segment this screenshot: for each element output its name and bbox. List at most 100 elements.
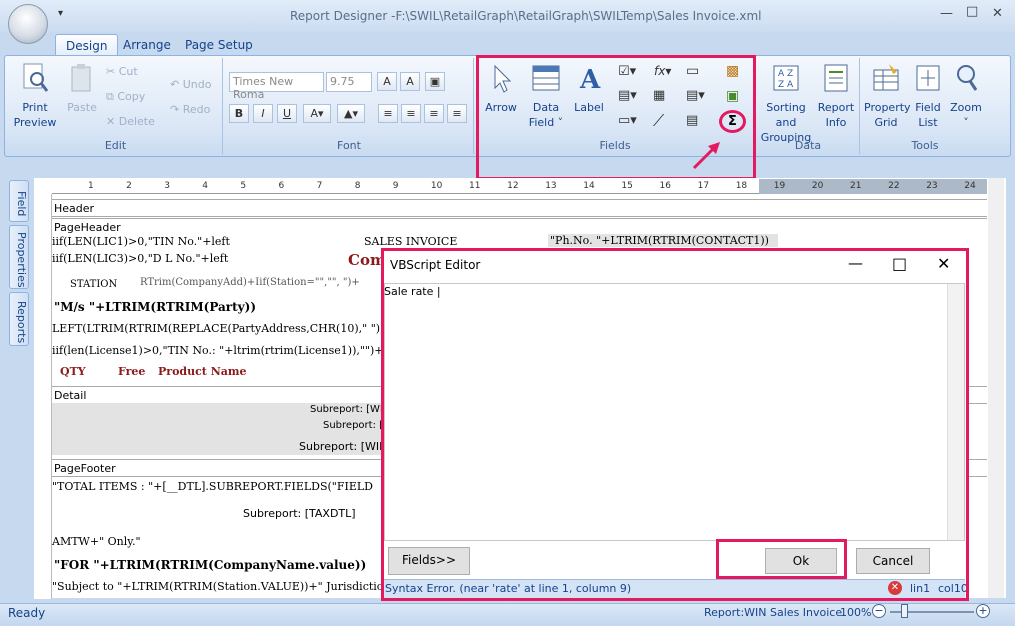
sorting-grouping-button[interactable]: A ZZ A Sorting and Grouping (758, 62, 814, 145)
dialog-maximize-icon[interactable]: □ (892, 254, 907, 273)
ruler-number: 13 (545, 181, 557, 191)
for-company-field[interactable]: "FOR "+LTRIM(RTRIM(CompanyName.value)) (54, 558, 366, 572)
delete-button[interactable]: ✕ Delete (106, 115, 155, 128)
font-color-button[interactable]: A▾ (303, 104, 331, 123)
align-right-button[interactable]: ≡ (424, 104, 444, 123)
align-left-button[interactable]: ≡ (378, 104, 398, 123)
ruler-number: 9 (392, 181, 399, 191)
subreport-3[interactable]: Subreport: [WIN (299, 440, 387, 453)
editor-scrollbar[interactable] (947, 284, 964, 540)
property-grid-icon (873, 64, 899, 91)
italic-button[interactable]: I (253, 104, 273, 123)
error-icon: ✕ (888, 581, 902, 595)
line-indicator: lin1 (910, 582, 931, 595)
close-icon[interactable]: ✕ (992, 6, 1003, 21)
report-info-icon (824, 64, 848, 92)
total-items-field[interactable]: "TOTAL ITEMS : "+[__DTL].SUBREPORT.FIELD… (52, 480, 373, 493)
font-color-image-icon[interactable]: ▣ (425, 72, 445, 91)
zoom-out-icon[interactable]: − (872, 604, 886, 618)
undo-button[interactable]: ↶ Undo (170, 78, 211, 91)
bold-button[interactable]: B (229, 104, 249, 123)
ok-highlight-box (716, 539, 847, 579)
font-name-combo[interactable]: Times New Roma (229, 72, 324, 101)
cut-button[interactable]: ✂ Cut (106, 65, 138, 78)
fields-button[interactable]: Fields>> (388, 547, 470, 575)
side-tab-field[interactable]: Field (9, 180, 29, 222)
paste-icon (71, 64, 91, 92)
align-center-button[interactable]: ≡ (401, 104, 421, 123)
font-size-combo[interactable]: 9.75 (326, 72, 372, 92)
delete-label: Delete (118, 115, 155, 128)
party-field[interactable]: "M/s "+LTRIM(RTRIM(Party)) (54, 300, 256, 314)
subreport-1[interactable]: Subreport: [WI (310, 404, 383, 415)
ruler-number: 16 (659, 181, 671, 191)
tab-page-setup[interactable]: Page Setup (175, 34, 263, 56)
field-list-button[interactable]: Field List (910, 62, 946, 130)
underline-button[interactable]: U (277, 104, 297, 123)
ruler-number: 8 (354, 181, 361, 191)
subreport-2[interactable]: Subreport: [ (323, 420, 383, 431)
property-grid-label-2: Grid (874, 116, 898, 129)
qty-column-label[interactable]: QTY (60, 365, 86, 378)
redo-button[interactable]: ↷ Redo (170, 103, 210, 116)
amount-words-field[interactable]: AMTW+" Only." (52, 535, 141, 548)
cancel-button[interactable]: Cancel (856, 548, 930, 574)
paste-button[interactable]: Paste (64, 62, 100, 115)
zoom-button[interactable]: Zoom ˅ (948, 62, 984, 130)
print-preview-icon (23, 63, 49, 92)
grow-font-button[interactable]: A (377, 72, 397, 91)
copy-button[interactable]: ⧉ Copy (106, 90, 145, 104)
script-editor-area[interactable] (384, 283, 965, 541)
phone-field[interactable]: "Ph.No. "+LTRIM(RTRIM(CONTACT1)) (548, 234, 778, 247)
side-tab-reports[interactable]: Reports (9, 292, 29, 346)
company-address-field[interactable]: RTrim(CompanyAdd)+Iif(Station="","", ")+ (140, 277, 360, 288)
zoom-label-2: ˅ (963, 116, 969, 129)
property-grid-button[interactable]: Property Grid (864, 62, 911, 130)
side-tab-properties[interactable]: Properties (9, 225, 29, 289)
ruler-number: 2 (126, 181, 132, 191)
report-name-status: Report:WIN Sales Invoice (704, 606, 843, 619)
tab-arrange[interactable]: Arrange (113, 34, 181, 56)
zoom-icon (957, 65, 978, 91)
quick-access-toolbar[interactable]: ▾ (58, 8, 63, 19)
taxdtl-subreport[interactable]: Subreport: [TAXDTL] (243, 507, 356, 520)
ruler-number: 12 (507, 181, 519, 191)
minimize-icon[interactable]: — (940, 6, 953, 21)
zoom-slider-thumb[interactable] (901, 604, 908, 618)
product-column-label[interactable]: Product Name (158, 365, 247, 378)
ruler-number: 10 (430, 181, 443, 191)
report-info-label-2: Info (825, 116, 847, 129)
header-band[interactable]: Header (52, 199, 987, 217)
cut-label: Cut (118, 65, 138, 78)
ruler-numbers: 1 2 3 4 5 6 7 8 9 10 11 12 13 14 15 16 17 18 19 20 21 22 23 24 (52, 179, 987, 194)
station-label[interactable]: STATION (70, 279, 117, 290)
syntax-error-status: Syntax Error. (near 'rate' at line 1, co… (385, 582, 632, 595)
free-column-label[interactable]: Free (118, 365, 145, 378)
pageheader-band[interactable]: PageHeader (52, 218, 987, 236)
shrink-font-button[interactable]: A (400, 72, 420, 91)
fill-color-button[interactable]: ▲▾ (337, 104, 365, 123)
script-text[interactable]: Sale rate | (384, 285, 441, 298)
dialog-minimize-icon[interactable]: — (848, 254, 863, 272)
company-name-field[interactable]: Com (348, 251, 386, 269)
license-field[interactable]: iif(len(License1)>0,"TIN No.: "+ltrim(rt… (52, 344, 395, 357)
report-info-button[interactable]: Report Info (816, 62, 856, 130)
tab-design[interactable]: Design (55, 34, 119, 56)
dl-field[interactable]: iif(LEN(LIC3)>0,"D L No."+left (52, 252, 228, 265)
party-address-field[interactable]: LEFT(LTRIM(RTRIM(REPLACE(PartyAddress,CH… (52, 322, 384, 335)
tin-field[interactable]: iif(LEN(LIC1)>0,"TIN No."+left (52, 235, 230, 248)
print-preview-label-1: Print (22, 101, 48, 114)
zoom-level: 100% (840, 606, 872, 619)
justify-button[interactable]: ≡ (447, 104, 467, 123)
svg-text:Z A: Z A (778, 80, 794, 90)
zoom-in-icon[interactable]: + (976, 604, 990, 618)
ruler-number: 15 (621, 181, 633, 191)
vertical-scrollbar[interactable] (988, 178, 1004, 598)
maximize-icon[interactable]: □ (966, 4, 978, 19)
print-preview-button[interactable]: Print Preview (12, 62, 58, 130)
jurisdiction-field[interactable]: "Subject to "+LTRIM(RTRIM(Station.VALUE)… (52, 580, 391, 593)
tools-group-label: Tools (911, 139, 939, 152)
application-menu-button[interactable] (8, 4, 48, 44)
dialog-close-icon[interactable]: ✕ (937, 254, 950, 273)
sales-invoice-label[interactable]: SALES INVOICE (364, 235, 457, 248)
